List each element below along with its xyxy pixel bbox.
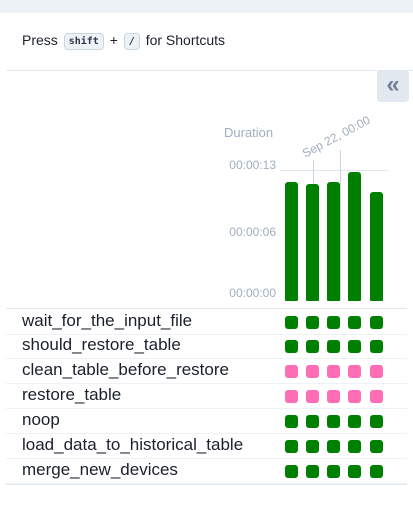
run-date-label: Sep 22, 00:00	[300, 112, 373, 161]
task-name[interactable]: should_restore_table	[22, 335, 181, 355]
task-instance-skipped[interactable]	[370, 390, 383, 403]
task-instance-success[interactable]	[348, 415, 361, 428]
task-instance-success[interactable]	[285, 316, 298, 329]
task-instance-skipped[interactable]	[285, 365, 298, 378]
shortcut-suffix: for Shortcuts	[145, 32, 226, 48]
task-row: wait_for_the_input_file	[6, 308, 407, 335]
task-instance-success[interactable]	[285, 465, 298, 478]
shortcut-plus: +	[109, 32, 118, 48]
task-instance-skipped[interactable]	[306, 365, 319, 378]
task-row: merge_new_devices	[6, 458, 407, 484]
task-instance-skipped[interactable]	[327, 390, 340, 403]
task-instance-success[interactable]	[348, 316, 361, 329]
task-instance-success[interactable]	[306, 440, 319, 453]
task-instance-success[interactable]	[306, 340, 319, 353]
task-instance-success[interactable]	[306, 415, 319, 428]
task-instance-success[interactable]	[327, 440, 340, 453]
duration-bar[interactable]	[370, 192, 383, 301]
task-instance-success[interactable]	[327, 415, 340, 428]
task-name[interactable]: merge_new_devices	[22, 460, 178, 480]
shortcut-prefix: Press	[22, 32, 58, 48]
y-gridline	[280, 170, 388, 171]
collapse-panel-button[interactable]: «	[377, 70, 409, 102]
task-instance-skipped[interactable]	[285, 390, 298, 403]
task-instance-success[interactable]	[348, 465, 361, 478]
y-tick-label: 00:00:13	[229, 158, 276, 172]
duration-bar[interactable]	[306, 184, 319, 301]
duration-axis-label: Duration	[224, 125, 274, 140]
task-instance-success[interactable]	[306, 465, 319, 478]
slash-key: /	[123, 33, 140, 50]
task-instance-skipped[interactable]	[348, 390, 361, 403]
task-instance-success[interactable]	[306, 316, 319, 329]
task-instance-success[interactable]	[370, 316, 383, 329]
task-instance-success[interactable]	[348, 440, 361, 453]
task-instance-success[interactable]	[285, 415, 298, 428]
task-row: clean_table_before_restore	[6, 358, 407, 384]
task-instance-skipped[interactable]	[306, 390, 319, 403]
task-instance-success[interactable]	[285, 440, 298, 453]
y-tick-label: 00:00:06	[229, 225, 276, 239]
task-instance-success[interactable]	[327, 316, 340, 329]
task-name[interactable]: wait_for_the_input_file	[22, 311, 192, 331]
task-row: restore_table	[6, 383, 407, 409]
task-instance-success[interactable]	[327, 465, 340, 478]
task-row: load_data_to_historical_table	[6, 433, 407, 459]
y-tick-label: 00:00:00	[229, 286, 276, 300]
task-instance-success[interactable]	[370, 465, 383, 478]
header-divider	[6, 70, 413, 71]
task-instance-success[interactable]	[370, 440, 383, 453]
task-name[interactable]: noop	[22, 410, 60, 430]
top-bar	[0, 0, 413, 13]
grid-bottom-divider	[6, 484, 407, 485]
shortcut-hint: Press shift + / for Shortcuts	[22, 31, 225, 50]
task-instance-success[interactable]	[370, 340, 383, 353]
task-instance-success[interactable]	[327, 340, 340, 353]
duration-bar[interactable]	[285, 182, 298, 301]
task-instance-skipped[interactable]	[327, 365, 340, 378]
duration-bar[interactable]	[327, 182, 340, 301]
task-instance-success[interactable]	[285, 340, 298, 353]
shift-key: shift	[63, 33, 104, 50]
task-name[interactable]: load_data_to_historical_table	[22, 435, 243, 455]
task-instance-skipped[interactable]	[370, 365, 383, 378]
task-instance-success[interactable]	[370, 415, 383, 428]
task-row: noop	[6, 408, 407, 434]
task-instance-success[interactable]	[348, 340, 361, 353]
double-chevron-left-icon: «	[386, 71, 400, 98]
date-guide-line	[340, 150, 341, 301]
task-name[interactable]: clean_table_before_restore	[22, 360, 229, 380]
task-row: should_restore_table	[6, 333, 407, 359]
task-name[interactable]: restore_table	[22, 385, 121, 405]
task-instance-skipped[interactable]	[348, 365, 361, 378]
duration-bar[interactable]	[348, 172, 361, 301]
